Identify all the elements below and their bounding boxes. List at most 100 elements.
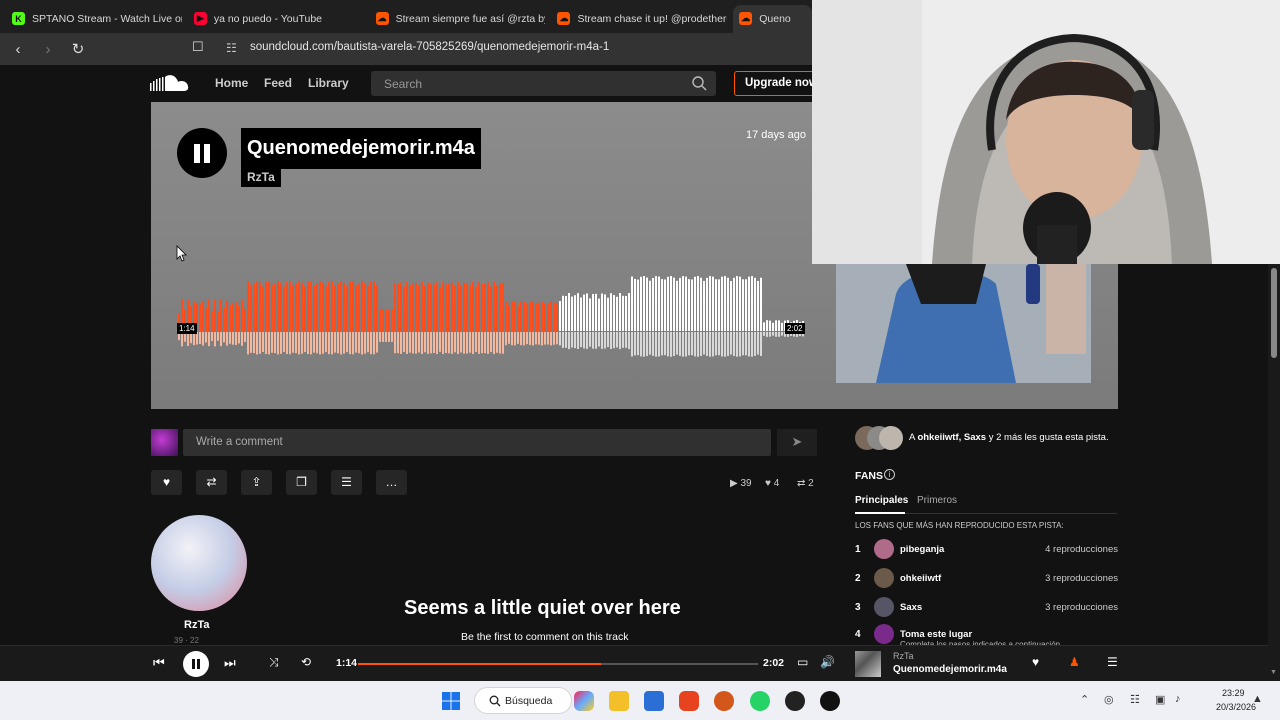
uploader-name[interactable]: RzTa	[184, 619, 209, 631]
network-icon[interactable]: ◎	[1104, 693, 1114, 706]
tab-indicator	[855, 512, 905, 514]
soundcloud-logo-icon[interactable]	[150, 74, 190, 92]
now-playing-artwork[interactable]	[855, 651, 881, 677]
fan-name[interactable]: Toma este lugar	[900, 629, 972, 640]
display-icon[interactable]: ▣	[1155, 693, 1165, 706]
more-button[interactable]: …	[376, 470, 407, 495]
taskbar-search[interactable]: Búsqueda	[474, 687, 572, 714]
fan-avatar[interactable]	[874, 568, 894, 588]
waveform-bar	[589, 298, 591, 331]
likes-count[interactable]: ♥ 4	[765, 478, 779, 489]
waveform-bar	[343, 282, 345, 331]
waveform-bar	[352, 281, 354, 331]
app-icon[interactable]	[785, 691, 805, 711]
copilot-icon[interactable]	[574, 691, 594, 711]
microphone-icon[interactable]: ☷	[1130, 693, 1140, 706]
tab-primeros[interactable]: Primeros	[917, 495, 957, 506]
add-to-playlist-button[interactable]: ☰	[331, 470, 362, 495]
obs-icon[interactable]	[820, 691, 840, 711]
fan-avatar[interactable]	[874, 597, 894, 617]
bookmark-icon[interactable]: ☐	[192, 39, 204, 55]
waveform-reflection-bar	[706, 332, 708, 356]
tab-principales[interactable]: Principales	[855, 495, 908, 506]
waveform-bar	[376, 285, 378, 331]
user-avatar[interactable]	[151, 429, 178, 456]
browser-tab[interactable]: ☁ Stream siempre fue así @rzta by p	[370, 5, 552, 33]
follow-icon[interactable]: ♟	[1069, 655, 1080, 669]
next-icon[interactable]: ⏭	[224, 655, 236, 671]
fan-row[interactable]: 2 ohkeiiwtf 3 reproducciones	[855, 568, 1118, 590]
clock-date[interactable]: 20/3/2026	[1216, 702, 1256, 712]
scroll-down-icon[interactable]: ▼	[1270, 669, 1277, 676]
waveform-bar	[709, 276, 711, 331]
search-icon[interactable]	[691, 75, 707, 91]
clock-time[interactable]: 23:29	[1222, 688, 1245, 698]
pause-button[interactable]	[177, 128, 227, 178]
repeat-icon[interactable]: ⟲	[301, 655, 311, 669]
scrollbar-thumb[interactable]	[1271, 268, 1277, 358]
player-like-icon[interactable]: ♥	[1032, 655, 1039, 669]
webcam-overlay	[812, 0, 1280, 264]
play-count-icon: ▶	[730, 478, 738, 489]
fan-row[interactable]: 4Toma este lugarCompleta los pasos indic…	[855, 624, 1118, 649]
fan-row[interactable]: 3 Saxs 3 reproducciones	[855, 597, 1118, 619]
player-progress-bar[interactable]	[358, 663, 758, 665]
address-bar[interactable]: soundcloud.com/bautista-varela-705825269…	[250, 41, 609, 53]
send-comment-icon[interactable]: ➤	[777, 429, 817, 456]
copy-link-button[interactable]: ❐	[286, 470, 317, 495]
share-button[interactable]: ⇪	[241, 470, 272, 495]
site-info-icon[interactable]: ☷	[226, 41, 237, 55]
back-icon[interactable]: ‹	[6, 37, 30, 61]
speaker-icon[interactable]: ♪	[1175, 693, 1181, 705]
uploader-avatar[interactable]	[151, 515, 247, 611]
upgrade-button[interactable]: Upgrade now	[734, 71, 824, 96]
repost-button[interactable]: ⇄	[196, 470, 227, 495]
nav-feed[interactable]: Feed	[264, 76, 292, 90]
previous-icon[interactable]: ⏮	[153, 655, 165, 671]
now-playing-artist[interactable]: RzTa	[893, 651, 914, 661]
browser-tab[interactable]: ☁ Queno	[733, 4, 812, 33]
queue-icon[interactable]: ☰	[1107, 655, 1118, 669]
start-icon[interactable]	[441, 691, 461, 711]
like-button[interactable]: ♥	[151, 470, 182, 495]
fan-name[interactable]: Saxs	[900, 602, 922, 613]
browser-tab[interactable]: K SPTANO Stream - Watch Live on K	[6, 5, 188, 33]
tray-expand-icon[interactable]: ⌃	[1080, 693, 1089, 706]
waveform-reflection-bar	[493, 332, 495, 355]
player-pause-button[interactable]	[183, 651, 209, 677]
reposts-count[interactable]: ⇄ 2	[797, 478, 814, 489]
brave-browser-icon[interactable]	[679, 691, 699, 711]
likers-avatars[interactable]	[855, 423, 905, 453]
comment-input[interactable]: Write a comment	[183, 429, 771, 456]
notification-icon[interactable]: ▲	[1252, 693, 1263, 705]
reload-icon[interactable]: ↻	[66, 37, 90, 61]
waveform-reflection-bar	[463, 332, 465, 354]
browser-tab[interactable]: ☁ Stream chase it up! @prodetherea	[551, 5, 733, 33]
likers-names[interactable]: ohkeiiwtf, Saxs	[917, 432, 986, 443]
cast-icon[interactable]: ▭	[797, 655, 808, 669]
fan-name[interactable]: pibeganja	[900, 544, 944, 555]
store-icon[interactable]	[644, 691, 664, 711]
waveform-reflection-bar	[274, 332, 276, 354]
forward-icon[interactable]: ›	[36, 37, 60, 61]
waveform-bar	[469, 284, 471, 331]
file-explorer-icon[interactable]	[609, 691, 629, 711]
fan-name[interactable]: ohkeiiwtf	[900, 573, 941, 584]
waveform[interactable]	[178, 274, 805, 359]
waveform-bar	[346, 286, 348, 331]
now-playing-title[interactable]: Quenomedejemorir.m4a	[893, 664, 1007, 675]
fan-avatar[interactable]	[874, 539, 894, 559]
page-scrollbar[interactable]: ▼	[1268, 264, 1280, 681]
search-input[interactable]: Search	[371, 71, 716, 96]
firefox-icon[interactable]	[714, 691, 734, 711]
shuffle-icon[interactable]: ⤨	[269, 655, 279, 670]
info-icon[interactable]: i	[884, 469, 895, 480]
fan-row[interactable]: 1 pibeganja 4 reproducciones	[855, 539, 1118, 561]
track-artist[interactable]: RzTa	[241, 167, 281, 187]
volume-icon[interactable]: 🔊	[820, 655, 835, 669]
nav-home[interactable]: Home	[215, 76, 248, 90]
nav-library[interactable]: Library	[308, 76, 349, 90]
fan-avatar[interactable]	[874, 624, 894, 644]
browser-tab[interactable]: ▶ ya no puedo - YouTube	[188, 5, 370, 33]
whatsapp-icon[interactable]	[750, 691, 770, 711]
